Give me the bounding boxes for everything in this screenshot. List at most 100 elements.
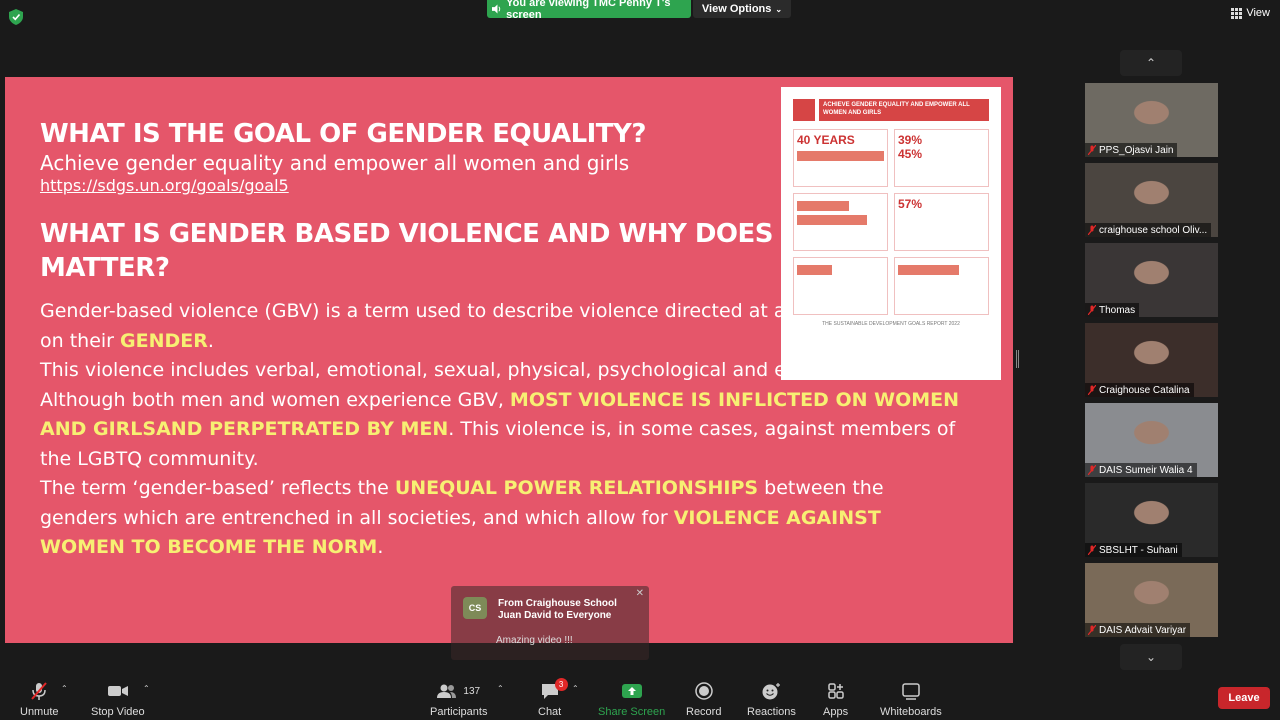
chat-bubble-icon: 3 bbox=[540, 678, 568, 702]
apps-icon bbox=[827, 680, 845, 702]
participants-count: 137 bbox=[463, 685, 481, 697]
close-icon[interactable]: ✕ bbox=[636, 588, 644, 599]
participant-name: PPS_Ojasvi Jain bbox=[1099, 144, 1174, 156]
participants-options-caret-icon[interactable]: ⌃ bbox=[497, 684, 504, 693]
infographic-panel: 57% bbox=[894, 193, 989, 251]
resize-handle[interactable] bbox=[1016, 350, 1019, 368]
participant-name-label: PPS_Ojasvi Jain bbox=[1085, 143, 1178, 157]
avatar: CS bbox=[463, 597, 487, 619]
mic-muted-icon bbox=[1088, 305, 1096, 315]
whiteboards-button[interactable]: Whiteboards bbox=[880, 680, 942, 718]
p3-text: Although both men and women experience G… bbox=[40, 388, 510, 411]
mic-muted-icon bbox=[29, 680, 49, 702]
participant-name-label: Craighouse Catalina bbox=[1085, 383, 1194, 397]
infographic-stat: 45% bbox=[898, 147, 923, 161]
infographic-footer: THE SUSTAINABLE DEVELOPMENT GOALS REPORT… bbox=[822, 321, 960, 327]
record-button[interactable]: Record bbox=[686, 680, 721, 718]
mic-muted-icon bbox=[1088, 625, 1096, 635]
video-camera-icon bbox=[107, 680, 129, 702]
mic-muted-icon bbox=[1088, 225, 1096, 235]
view-options-button[interactable]: View Options ⌄ bbox=[693, 0, 791, 18]
reactions-label: Reactions bbox=[747, 706, 796, 718]
p1-highlight: GENDER bbox=[120, 329, 208, 352]
participants-button[interactable]: 137 Participants bbox=[430, 680, 487, 718]
participant-tile[interactable]: SBSLHT - Suhani bbox=[1085, 483, 1218, 557]
mic-muted-icon bbox=[1088, 545, 1096, 555]
mic-muted-icon bbox=[1088, 145, 1096, 155]
stop-video-label: Stop Video bbox=[91, 706, 145, 718]
p4-end: . bbox=[377, 536, 384, 558]
chevron-down-icon: ⌄ bbox=[775, 4, 783, 14]
chat-button[interactable]: 3 Chat bbox=[538, 678, 568, 718]
chevron-up-icon: ⌃ bbox=[1145, 56, 1157, 70]
chat-options-caret-icon[interactable]: ⌃ bbox=[572, 684, 579, 693]
infographic-panel bbox=[793, 193, 888, 251]
reactions-button[interactable]: Reactions bbox=[747, 680, 796, 718]
record-label: Record bbox=[686, 706, 722, 718]
infographic-panel: 39% 45% bbox=[894, 129, 989, 187]
gallery-scroll-down-button[interactable]: ⌄ bbox=[1120, 644, 1182, 670]
unmute-label: Unmute bbox=[20, 706, 59, 718]
leave-button[interactable]: Leave bbox=[1218, 687, 1270, 709]
participant-name-label: Thomas bbox=[1085, 303, 1140, 317]
speaker-icon bbox=[492, 4, 501, 14]
chat-notification[interactable]: CS From Craighouse School Juan David to … bbox=[451, 586, 649, 660]
p1-end: . bbox=[207, 329, 214, 352]
infographic-stat: 57% bbox=[898, 197, 923, 211]
infographic-panel bbox=[793, 257, 888, 315]
sharing-banner: You are viewing TMC Penny T's screen bbox=[487, 0, 691, 21]
participant-name: DAIS Sumeir Walia 4 bbox=[1099, 464, 1193, 476]
chat-unread-badge: 3 bbox=[554, 678, 568, 691]
view-button[interactable]: View bbox=[1231, 7, 1270, 19]
view-label: View bbox=[1246, 7, 1270, 19]
sharing-banner-text: You are viewing TMC Penny T's screen bbox=[506, 0, 671, 21]
mic-muted-icon bbox=[1088, 385, 1096, 395]
chevron-down-icon: ⌄ bbox=[1145, 650, 1157, 664]
video-options-caret-icon[interactable]: ⌃ bbox=[143, 684, 150, 693]
participant-name: Craighouse Catalina bbox=[1099, 384, 1190, 396]
infographic-panel bbox=[894, 257, 989, 315]
participant-name-label: DAIS Advait Variyar bbox=[1085, 623, 1191, 637]
zoom-window: You are viewing TMC Penny T's screen Vie… bbox=[0, 0, 1280, 720]
infographic-panel: 40 YEARS bbox=[793, 129, 888, 187]
shared-screen: WHAT IS THE GOAL OF GENDER EQUALITY? Ach… bbox=[5, 77, 1013, 643]
participant-tile[interactable]: PPS_Ojasvi Jain bbox=[1085, 83, 1218, 157]
stop-video-button[interactable]: Stop Video bbox=[91, 680, 145, 718]
participant-tile[interactable]: Craighouse Catalina bbox=[1085, 323, 1218, 397]
grid-icon bbox=[1231, 7, 1243, 19]
p4-text: The term ‘gender-based’ reflects the bbox=[40, 477, 395, 499]
record-icon bbox=[694, 680, 713, 702]
meeting-toolbar: Unmute ⌃ Stop Video ⌃ 137 Participants ⌃… bbox=[0, 672, 1280, 720]
participant-name-label: craighouse school Oliv... bbox=[1085, 223, 1212, 237]
chat-label: Chat bbox=[538, 706, 562, 718]
share-screen-button[interactable]: Share Screen bbox=[598, 680, 665, 718]
participant-name: craighouse school Oliv... bbox=[1099, 224, 1208, 236]
participant-name: SBSLHT - Suhani bbox=[1099, 544, 1178, 556]
participant-name-label: SBSLHT - Suhani bbox=[1085, 543, 1182, 557]
notification-sender: From Craighouse School Juan David to Eve… bbox=[498, 598, 617, 621]
infographic-title: ACHIEVE GENDER EQUALITY AND EMPOWER ALL … bbox=[819, 99, 989, 121]
sdg-logo-icon bbox=[793, 99, 815, 121]
participants-icon bbox=[437, 684, 457, 698]
apps-label: Apps bbox=[823, 706, 849, 718]
gallery-scroll-up-button[interactable]: ⌃ bbox=[1120, 50, 1182, 76]
apps-button[interactable]: Apps bbox=[823, 680, 848, 718]
participant-name: Thomas bbox=[1099, 304, 1136, 316]
infographic-stat: 39% bbox=[898, 133, 923, 147]
participants-label: Participants bbox=[430, 706, 488, 718]
participant-tile[interactable]: Thomas bbox=[1085, 243, 1218, 317]
participant-tile[interactable]: DAIS Sumeir Walia 4 bbox=[1085, 403, 1218, 477]
audio-options-caret-icon[interactable]: ⌃ bbox=[61, 684, 68, 693]
sdg5-infographic: ACHIEVE GENDER EQUALITY AND EMPOWER ALL … bbox=[781, 87, 1001, 380]
security-shield-icon[interactable] bbox=[9, 9, 23, 25]
participant-name-label: DAIS Sumeir Walia 4 bbox=[1085, 463, 1197, 477]
participant-tile[interactable]: DAIS Advait Variyar bbox=[1085, 563, 1218, 637]
p4-highlight-1: UNEQUAL POWER RELATIONSHIPS bbox=[394, 477, 759, 499]
participant-name: DAIS Advait Variyar bbox=[1099, 624, 1187, 636]
share-screen-icon bbox=[621, 680, 643, 702]
unmute-button[interactable]: Unmute bbox=[20, 680, 59, 718]
view-options-label: View Options bbox=[701, 3, 772, 15]
participant-tile[interactable]: craighouse school Oliv... bbox=[1085, 163, 1218, 237]
notification-message: Amazing video !!! bbox=[496, 635, 573, 646]
whiteboard-icon bbox=[901, 680, 921, 702]
